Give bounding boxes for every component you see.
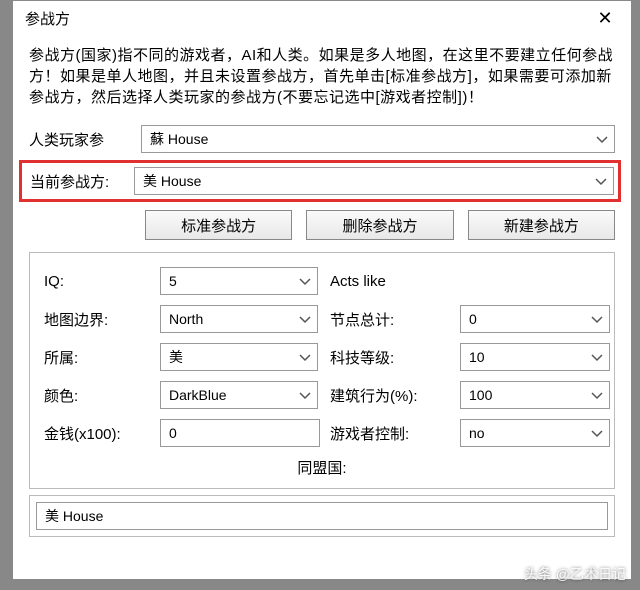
build-pct-select[interactable]: 100 bbox=[460, 381, 610, 409]
chevron-down-icon bbox=[591, 387, 603, 403]
content-area: 参战方(国家)指不同的游戏者，AI和人类。如果是多人地图，在这里不要建立任何参战… bbox=[13, 35, 631, 545]
properties-group: IQ: 5 Acts like 地图边界: North 节点总计: 0 所属: bbox=[29, 252, 615, 489]
button-row: 标准参战方 删除参战方 新建参战方 bbox=[145, 210, 615, 240]
human-player-value: 蘇 House bbox=[150, 129, 208, 149]
ally-label: 同盟国: bbox=[44, 457, 600, 478]
iq-select[interactable]: 5 bbox=[160, 267, 318, 295]
map-edge-select[interactable]: North bbox=[160, 305, 318, 333]
chevron-down-icon bbox=[596, 131, 608, 147]
map-edge-value: North bbox=[169, 311, 203, 327]
create-side-button[interactable]: 新建参战方 bbox=[468, 210, 615, 240]
chevron-down-icon bbox=[591, 311, 603, 327]
tech-level-select[interactable]: 10 bbox=[460, 343, 610, 371]
node-count-select[interactable]: 0 bbox=[460, 305, 610, 333]
map-edge-label: 地图边界: bbox=[44, 309, 150, 330]
money-value: 0 bbox=[169, 425, 177, 441]
ally-group: 美 House bbox=[29, 495, 615, 537]
standard-side-button[interactable]: 标准参战方 bbox=[145, 210, 292, 240]
chevron-down-icon bbox=[299, 387, 311, 403]
human-player-select[interactable]: 蘇 House bbox=[141, 125, 615, 153]
dialog-window: 参战方 ✕ 参战方(国家)指不同的游戏者，AI和人类。如果是多人地图，在这里不要… bbox=[12, 0, 632, 580]
player-control-value: no bbox=[469, 425, 485, 441]
current-side-value: 美 House bbox=[143, 171, 201, 191]
build-pct-value: 100 bbox=[469, 387, 492, 403]
current-side-row: 当前参战方: 美 House bbox=[19, 160, 621, 202]
money-input[interactable]: 0 bbox=[160, 419, 320, 447]
chevron-down-icon bbox=[595, 173, 607, 189]
chevron-down-icon bbox=[299, 311, 311, 327]
delete-side-button[interactable]: 删除参战方 bbox=[306, 210, 453, 240]
node-count-value: 0 bbox=[469, 311, 477, 327]
player-control-select[interactable]: no bbox=[460, 419, 610, 447]
tech-level-label: 科技等级: bbox=[330, 347, 450, 368]
titlebar: 参战方 ✕ bbox=[13, 1, 631, 35]
tech-level-value: 10 bbox=[469, 349, 485, 365]
window-title: 参战方 bbox=[25, 8, 70, 29]
money-label: 金钱(x100): bbox=[44, 423, 150, 444]
properties-grid: IQ: 5 Acts like 地图边界: North 节点总计: 0 所属: bbox=[44, 267, 600, 447]
chevron-down-icon bbox=[299, 349, 311, 365]
player-control-label: 游戏者控制: bbox=[330, 423, 450, 444]
color-value: DarkBlue bbox=[169, 387, 227, 403]
chevron-down-icon bbox=[591, 349, 603, 365]
iq-label: IQ: bbox=[44, 273, 150, 290]
description-text: 参战方(国家)指不同的游戏者，AI和人类。如果是多人地图，在这里不要建立任何参战… bbox=[29, 45, 615, 108]
color-select[interactable]: DarkBlue bbox=[160, 381, 318, 409]
build-pct-label: 建筑行为(%): bbox=[330, 385, 450, 406]
ally-input[interactable]: 美 House bbox=[36, 502, 608, 530]
human-player-row: 人类玩家参 蘇 House bbox=[29, 124, 615, 154]
color-label: 颜色: bbox=[44, 385, 150, 406]
current-side-label: 当前参战方: bbox=[30, 171, 134, 192]
iq-value: 5 bbox=[169, 273, 177, 289]
chevron-down-icon bbox=[299, 273, 311, 289]
chevron-down-icon bbox=[591, 425, 603, 441]
side-label: 所属: bbox=[44, 347, 150, 368]
current-side-select[interactable]: 美 House bbox=[134, 167, 614, 195]
acts-like-label: Acts like bbox=[330, 273, 450, 290]
watermark-text: 头条 @乙术日记 bbox=[524, 564, 626, 584]
side-select[interactable]: 美 bbox=[160, 343, 318, 371]
close-icon[interactable]: ✕ bbox=[591, 8, 619, 29]
side-value: 美 bbox=[169, 347, 183, 367]
human-player-label: 人类玩家参 bbox=[29, 129, 141, 150]
ally-value: 美 House bbox=[45, 506, 103, 526]
node-count-label: 节点总计: bbox=[330, 309, 450, 330]
